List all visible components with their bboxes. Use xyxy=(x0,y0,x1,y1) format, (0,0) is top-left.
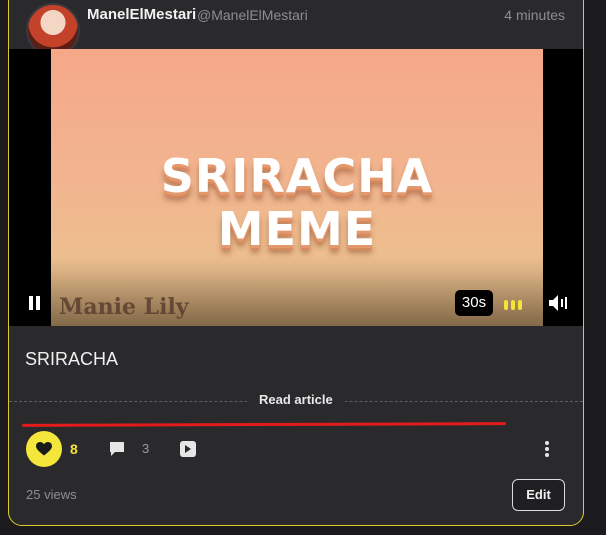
duration-badge[interactable]: 30s xyxy=(455,290,493,316)
video-text-line2: MEME xyxy=(217,202,377,256)
view-count: 25 views xyxy=(26,487,77,502)
more-options-icon[interactable] xyxy=(543,439,551,459)
video-frame: SRIRACHA MEME Manie Lily xyxy=(51,49,543,326)
like-count: 8 xyxy=(70,441,78,457)
post-header: ManelElMestari @ManelElMestari 4 minutes xyxy=(9,6,583,30)
heart-icon xyxy=(36,442,52,456)
post-time: 4 minutes xyxy=(504,7,565,23)
edit-button[interactable]: Edit xyxy=(512,479,565,511)
video-text-line1: SRIRACHA xyxy=(160,149,434,203)
comment-icon[interactable] xyxy=(108,440,126,458)
username[interactable]: ManelElMestari xyxy=(87,6,196,23)
post-title: SRIRACHA xyxy=(25,349,119,369)
video-watermark: Manie Lily xyxy=(59,294,189,320)
progress-underline xyxy=(21,422,507,427)
post-card: ManelElMestari @ManelElMestari 4 minutes… xyxy=(8,0,584,526)
pause-icon[interactable] xyxy=(28,296,42,310)
comment-count: 3 xyxy=(142,441,150,456)
video-player[interactable]: SRIRACHA MEME Manie Lily 30s xyxy=(9,49,583,326)
bars-icon[interactable] xyxy=(504,296,524,310)
read-article-link[interactable]: Read article xyxy=(247,392,345,407)
user-handle: @ManelElMestari xyxy=(197,7,308,23)
like-button[interactable] xyxy=(26,431,62,467)
post-actions: 8 3 xyxy=(9,431,583,467)
share-icon[interactable] xyxy=(178,439,198,459)
volume-icon[interactable] xyxy=(548,294,570,312)
